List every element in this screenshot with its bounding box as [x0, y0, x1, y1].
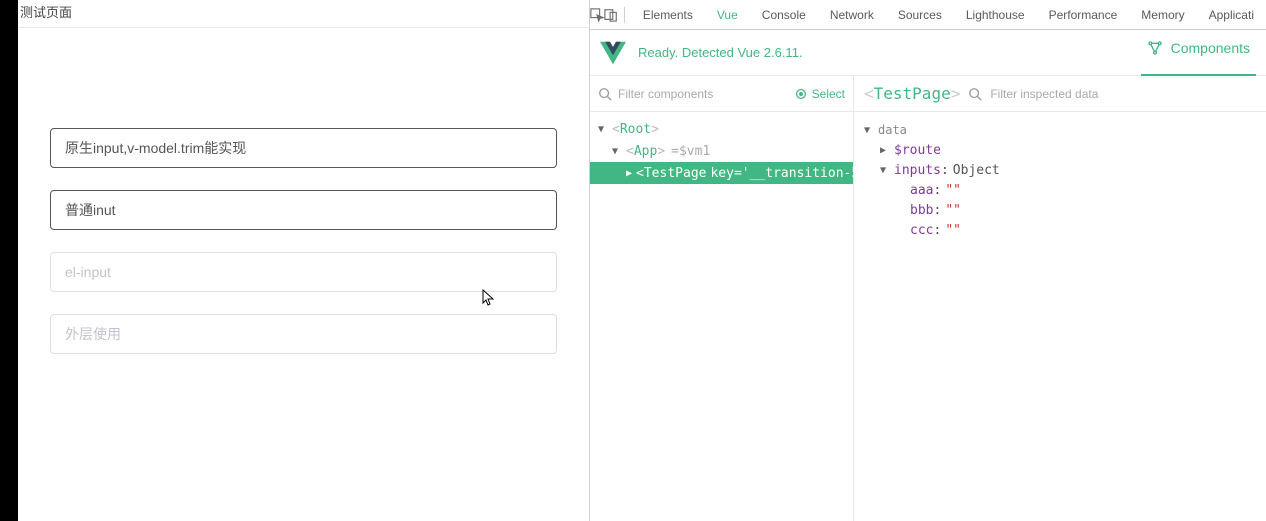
data-prop-aaa[interactable]: aaa: "" — [864, 180, 1256, 200]
tab-console[interactable]: Console — [750, 0, 818, 30]
component-key-attr: key='__transition-5- — [710, 166, 867, 181]
data-prop-bbb[interactable]: bbb: "" — [864, 200, 1256, 220]
data-value: "" — [945, 203, 961, 218]
component-tree: ▼ <Root> ▼ <App> = $vm1 ▶ <TestPage key=… — [590, 112, 853, 184]
page-title: 测试页面 — [18, 0, 589, 28]
filter-data-input[interactable] — [990, 87, 1256, 101]
tree-app[interactable]: ▼ <App> = $vm1 — [590, 140, 853, 162]
components-tab-label: Components — [1171, 40, 1250, 56]
select-label: Select — [812, 87, 845, 101]
tab-vue[interactable]: Vue — [705, 0, 750, 30]
tab-lighthouse[interactable]: Lighthouse — [954, 0, 1037, 30]
tab-sources[interactable]: Sources — [886, 0, 954, 30]
inspector-pane: <TestPage> ▼ data ▶ $route ▼ inputs: Obj… — [854, 76, 1266, 521]
tab-application[interactable]: Applicati — [1197, 0, 1266, 30]
data-inputs[interactable]: ▼ inputs: Object — [864, 160, 1256, 180]
vue-status-text: Ready. Detected Vue 2.6.11. — [638, 45, 1129, 60]
components-tab[interactable]: Components — [1141, 32, 1256, 76]
caret-down-icon: ▼ — [880, 165, 890, 176]
caret-down-icon: ▼ — [612, 146, 622, 157]
search-icon — [968, 87, 982, 101]
window-left-strip — [0, 0, 18, 521]
components-icon — [1147, 40, 1163, 56]
tab-elements[interactable]: Elements — [631, 0, 705, 30]
device-toggle-icon[interactable] — [604, 0, 618, 30]
tab-network[interactable]: Network — [818, 0, 886, 30]
app-page-pane: 测试页面 — [18, 0, 590, 521]
caret-right-icon: ▶ — [626, 168, 632, 179]
devtools-pane: Elements Vue Console Network Sources Lig… — [590, 0, 1266, 521]
search-icon — [598, 87, 612, 101]
outer-input[interactable] — [50, 314, 557, 354]
el-input[interactable] — [50, 252, 557, 292]
vue-logo-icon — [600, 40, 626, 66]
inspector-toolbar: <TestPage> — [854, 76, 1266, 112]
vm-ref: $vm1 — [679, 144, 710, 159]
caret-right-icon: ▶ — [880, 145, 890, 156]
devtools-tabbar: Elements Vue Console Network Sources Lig… — [590, 0, 1266, 30]
form-area — [18, 28, 589, 376]
data-value: "" — [945, 183, 961, 198]
filter-components-input[interactable] — [618, 87, 788, 101]
select-component-button[interactable]: Select — [794, 87, 845, 101]
data-value: "" — [945, 223, 961, 238]
caret-down-icon: ▼ — [864, 125, 874, 136]
target-icon — [794, 87, 808, 101]
caret-down-icon: ▼ — [598, 124, 608, 135]
tree-root[interactable]: ▼ <Root> — [590, 118, 853, 140]
data-tree: ▼ data ▶ $route ▼ inputs: Object aaa: "" — [854, 112, 1266, 248]
component-tree-pane: Select ▼ <Root> ▼ <App> = $vm1 ▶ <TestPa… — [590, 76, 854, 521]
tab-memory[interactable]: Memory — [1129, 0, 1196, 30]
inspector-title: <TestPage> — [864, 84, 960, 103]
vue-body: Select ▼ <Root> ▼ <App> = $vm1 ▶ <TestPa… — [590, 76, 1266, 521]
data-route[interactable]: ▶ $route — [864, 140, 1256, 160]
data-section-header[interactable]: ▼ data — [864, 120, 1256, 140]
tree-toolbar: Select — [590, 76, 853, 112]
tab-performance[interactable]: Performance — [1037, 0, 1130, 30]
vue-status-bar: Ready. Detected Vue 2.6.11. Components — [590, 30, 1266, 76]
tab-separator — [624, 7, 625, 23]
tree-testpage-selected[interactable]: ▶ <TestPage key='__transition-5- — [590, 162, 853, 184]
data-prop-ccc[interactable]: ccc: "" — [864, 220, 1256, 240]
plain-input[interactable] — [50, 190, 557, 230]
native-input[interactable] — [50, 128, 557, 168]
inspect-element-icon[interactable] — [590, 0, 604, 30]
